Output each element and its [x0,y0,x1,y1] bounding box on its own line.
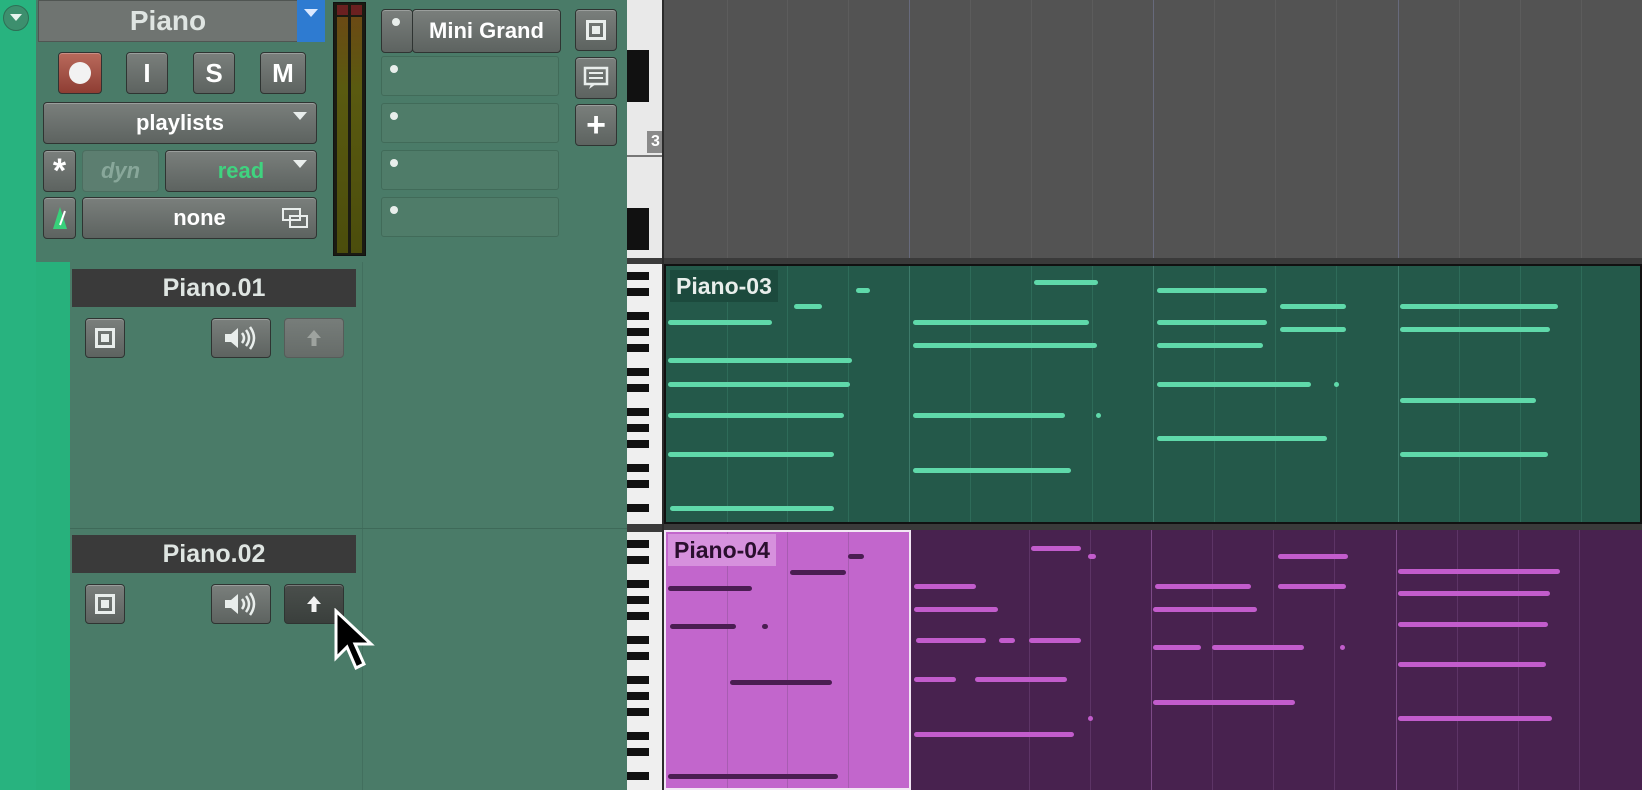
track-name: Piano [129,5,207,36]
record-icon [69,62,91,84]
speaker-icon [225,592,256,616]
sublanes-area [70,262,627,790]
track-collapse-button[interactable] [3,5,29,31]
main-playlist-lane[interactable] [664,0,1642,262]
sublane-name: Piano.01 [162,273,266,302]
sublane-name: Piano.02 [162,539,266,568]
metronome-icon [52,207,67,229]
sublane-view-button[interactable] [85,584,125,624]
dyn-button[interactable]: dyn [82,150,159,192]
plus-icon: + [586,106,606,144]
chevron-down-icon [304,9,318,17]
sublane-name-field[interactable]: Piano.02 [72,535,356,573]
sublane-view-button[interactable] [85,318,125,358]
group-dropdown[interactable]: none [82,197,317,239]
sublane-promote-button[interactable] [284,318,344,358]
sublanes-divider [362,262,363,790]
track-color-strip [0,0,36,790]
sublane-separator [70,528,627,529]
insert-slot-1[interactable]: Mini Grand [381,9,561,53]
chevron-down-icon [293,112,307,120]
instrument-view-button[interactable] [575,9,617,51]
cursor-icon [334,608,375,671]
window-icon [95,328,115,348]
up-arrow-icon [307,330,321,346]
clip-name: Piano-04 [668,534,776,566]
asterisk-icon: * [52,152,67,190]
speaker-icon [225,326,256,350]
record-button[interactable] [58,52,102,94]
level-meter [333,2,366,256]
clip-piano-04[interactable]: Piano-04 [664,530,1642,790]
link-icon [282,208,308,228]
sublane-audition-button[interactable] [211,584,271,624]
mute-button[interactable]: M [260,52,306,94]
add-lane-button[interactable]: + [575,104,617,146]
insert-slot-4[interactable] [381,150,559,190]
track-menu-dropdown[interactable] [297,0,325,42]
metronome-button[interactable] [43,197,76,239]
sublane-strip [36,262,70,790]
selected-region[interactable] [664,530,911,790]
timeline-marker: 3 [647,131,662,153]
automation-mode-dropdown[interactable]: read [165,150,317,192]
comment-icon [583,66,609,89]
insert-slot-2[interactable] [381,56,559,96]
solo-button[interactable]: S [193,52,235,94]
window-icon [586,20,606,40]
chevron-down-icon [293,160,307,168]
comments-button[interactable] [575,57,617,99]
track-name-field[interactable]: Piano [38,0,298,42]
insert-slot-3[interactable] [381,103,559,143]
playlists-dropdown[interactable]: playlists [43,102,317,144]
sublane-audition-button[interactable] [211,318,271,358]
up-arrow-icon [307,596,321,612]
clip-name: Piano-03 [670,270,778,302]
piano-keyboard: 3 [627,0,664,790]
clip-piano-03[interactable]: Piano-03 [664,264,1642,524]
sublane-name-field[interactable]: Piano.01 [72,269,356,307]
input-monitor-button[interactable]: I [126,52,168,94]
insert-slot-5[interactable] [381,197,559,237]
chevron-down-icon [10,14,22,21]
window-icon [95,594,115,614]
automation-safe-button[interactable]: * [43,150,76,192]
